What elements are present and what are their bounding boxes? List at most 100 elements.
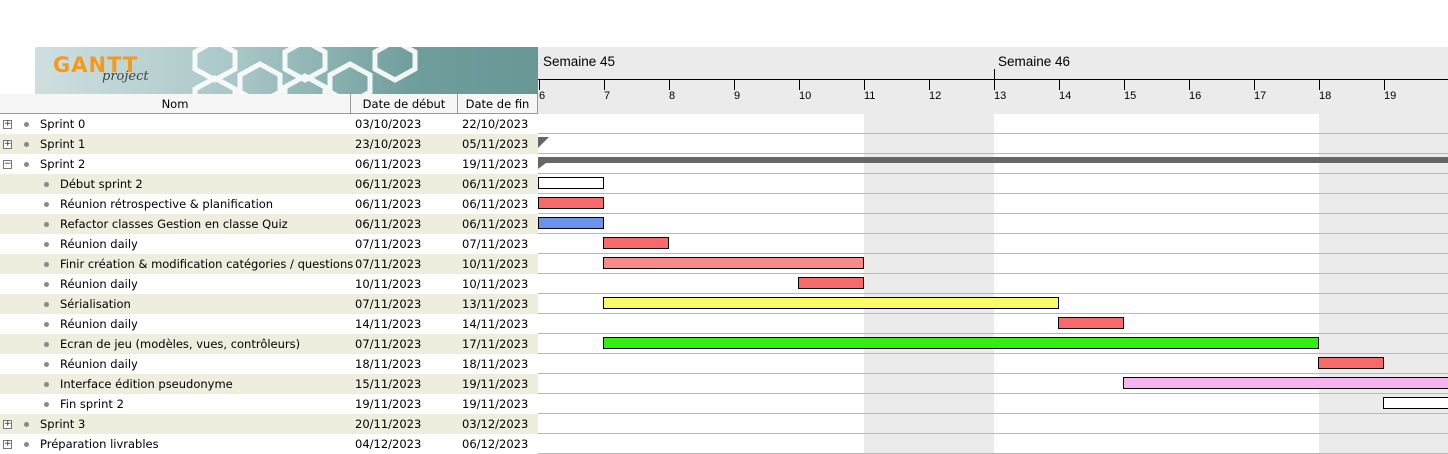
task-row[interactable]: Réunion daily 10/11/2023 10/11/2023 bbox=[0, 274, 538, 294]
day-tick bbox=[539, 80, 540, 90]
task-end-date[interactable]: 06/11/2023 bbox=[462, 214, 528, 234]
task-end-date[interactable]: 19/11/2023 bbox=[462, 154, 528, 174]
task-bar[interactable] bbox=[1123, 377, 1448, 389]
task-name[interactable]: Sprint 0 bbox=[40, 114, 85, 134]
task-end-date[interactable]: 10/11/2023 bbox=[462, 274, 528, 294]
task-name[interactable]: Début sprint 2 bbox=[60, 174, 143, 194]
summary-start-marker bbox=[538, 163, 546, 169]
expand-icon[interactable]: + bbox=[3, 140, 12, 149]
task-start-date[interactable]: 06/11/2023 bbox=[355, 154, 421, 174]
task-row[interactable]: Sérialisation 07/11/2023 13/11/2023 bbox=[0, 294, 538, 314]
task-row[interactable]: − Sprint 2 06/11/2023 19/11/2023 bbox=[0, 154, 538, 174]
task-start-date[interactable]: 18/11/2023 bbox=[355, 354, 421, 374]
task-start-date[interactable]: 07/11/2023 bbox=[355, 234, 421, 254]
task-row[interactable]: Réunion daily 07/11/2023 07/11/2023 bbox=[0, 234, 538, 254]
task-bar[interactable] bbox=[603, 257, 864, 269]
task-row[interactable]: + Sprint 0 03/10/2023 22/10/2023 bbox=[0, 114, 538, 134]
task-row[interactable]: Début sprint 2 06/11/2023 06/11/2023 bbox=[0, 174, 538, 194]
task-row[interactable]: Fin sprint 2 19/11/2023 19/11/2023 bbox=[0, 394, 538, 414]
task-name[interactable]: Réunion daily bbox=[60, 314, 138, 334]
task-start-date[interactable]: 20/11/2023 bbox=[355, 414, 421, 434]
task-end-date[interactable]: 06/12/2023 bbox=[462, 434, 528, 454]
task-start-date[interactable]: 14/11/2023 bbox=[355, 314, 421, 334]
task-bar[interactable] bbox=[1058, 317, 1124, 329]
task-name[interactable]: Sérialisation bbox=[60, 294, 131, 314]
column-header-end[interactable]: Date de fin bbox=[458, 94, 538, 114]
task-row[interactable]: Réunion rétrospective & planification 06/… bbox=[0, 194, 538, 214]
task-name[interactable]: Préparation livrables bbox=[40, 434, 159, 454]
task-name[interactable]: Sprint 1 bbox=[40, 134, 85, 154]
expand-icon[interactable]: + bbox=[3, 420, 12, 429]
task-bullet-icon bbox=[44, 322, 49, 327]
task-start-date[interactable]: 04/12/2023 bbox=[355, 434, 421, 454]
task-end-date[interactable]: 14/11/2023 bbox=[462, 314, 528, 334]
task-start-date[interactable]: 06/11/2023 bbox=[355, 174, 421, 194]
task-bar[interactable] bbox=[538, 197, 604, 209]
task-name[interactable]: Réunion daily bbox=[60, 274, 138, 294]
task-bar[interactable] bbox=[1383, 397, 1448, 409]
task-bar[interactable] bbox=[798, 277, 864, 289]
task-bar[interactable] bbox=[603, 337, 1319, 349]
task-row[interactable]: Réunion daily 14/11/2023 14/11/2023 bbox=[0, 314, 538, 334]
day-tick bbox=[929, 80, 930, 90]
task-bar[interactable] bbox=[538, 177, 604, 189]
task-end-date[interactable]: 19/11/2023 bbox=[462, 374, 528, 394]
task-end-date[interactable]: 10/11/2023 bbox=[462, 254, 528, 274]
task-row[interactable]: Finir création & modification catégories… bbox=[0, 254, 538, 274]
task-start-date[interactable]: 15/11/2023 bbox=[355, 374, 421, 394]
task-bar[interactable] bbox=[538, 217, 604, 229]
task-name[interactable]: Ecran de jeu (modèles, vues, contrôleurs… bbox=[60, 334, 300, 354]
column-header-start[interactable]: Date de début bbox=[351, 94, 458, 114]
day-tick bbox=[1124, 80, 1125, 90]
task-name[interactable]: Réunion rétrospective & planification bbox=[60, 194, 273, 214]
task-end-date[interactable]: 07/11/2023 bbox=[462, 234, 528, 254]
task-start-date[interactable]: 07/11/2023 bbox=[355, 254, 421, 274]
task-bar[interactable] bbox=[1318, 357, 1384, 369]
task-start-date[interactable]: 19/11/2023 bbox=[355, 394, 421, 414]
task-start-date[interactable]: 10/11/2023 bbox=[355, 274, 421, 294]
task-row[interactable]: Interface édition pseudonyme 15/11/2023 19… bbox=[0, 374, 538, 394]
expand-icon[interactable]: + bbox=[3, 440, 12, 449]
task-bar[interactable] bbox=[603, 297, 1059, 309]
day-tick bbox=[864, 80, 865, 90]
collapse-icon[interactable]: − bbox=[3, 160, 12, 169]
task-start-date[interactable]: 07/11/2023 bbox=[355, 294, 421, 314]
day-label: 9 bbox=[734, 90, 741, 102]
task-name[interactable]: Refactor classes Gestion en classe Quiz bbox=[60, 214, 288, 234]
task-name[interactable]: Réunion daily bbox=[60, 354, 138, 374]
task-end-date[interactable]: 03/12/2023 bbox=[462, 414, 528, 434]
task-row[interactable]: Ecran de jeu (modèles, vues, contrôleurs… bbox=[0, 334, 538, 354]
column-header-name[interactable]: Nom bbox=[0, 94, 351, 114]
task-row[interactable]: Refactor classes Gestion en classe Quiz 0… bbox=[0, 214, 538, 234]
task-bar[interactable] bbox=[603, 237, 669, 249]
task-name[interactable]: Fin sprint 2 bbox=[60, 394, 124, 414]
task-end-date[interactable]: 05/11/2023 bbox=[462, 134, 528, 154]
day-label: 19 bbox=[1384, 90, 1397, 102]
task-start-date[interactable]: 06/11/2023 bbox=[355, 194, 421, 214]
task-row[interactable]: Réunion daily 18/11/2023 18/11/2023 bbox=[0, 354, 538, 374]
task-end-date[interactable]: 22/10/2023 bbox=[462, 114, 528, 134]
gantt-chart-area[interactable] bbox=[538, 114, 1448, 454]
task-end-date[interactable]: 06/11/2023 bbox=[462, 194, 528, 214]
summary-bar[interactable] bbox=[538, 157, 1448, 163]
task-row[interactable]: + Sprint 1 23/10/2023 05/11/2023 bbox=[0, 134, 538, 154]
task-end-date[interactable]: 17/11/2023 bbox=[462, 334, 528, 354]
task-name[interactable]: Sprint 2 bbox=[40, 154, 85, 174]
task-end-date[interactable]: 18/11/2023 bbox=[462, 354, 528, 374]
expand-icon[interactable]: + bbox=[3, 120, 12, 129]
task-name[interactable]: Sprint 3 bbox=[40, 414, 85, 434]
task-end-date[interactable]: 06/11/2023 bbox=[462, 174, 528, 194]
row-separator bbox=[538, 133, 1448, 134]
task-row[interactable]: + Préparation livrables 04/12/2023 06/12/20… bbox=[0, 434, 538, 454]
task-name[interactable]: Interface édition pseudonyme bbox=[60, 374, 233, 394]
task-end-date[interactable]: 19/11/2023 bbox=[462, 394, 528, 414]
task-name[interactable]: Réunion daily bbox=[60, 234, 138, 254]
weekend-shading bbox=[929, 114, 994, 454]
task-name[interactable]: Finir création & modification catégories… bbox=[60, 254, 353, 274]
task-start-date[interactable]: 06/11/2023 bbox=[355, 214, 421, 234]
task-start-date[interactable]: 23/10/2023 bbox=[355, 134, 421, 154]
task-start-date[interactable]: 07/11/2023 bbox=[355, 334, 421, 354]
task-end-date[interactable]: 13/11/2023 bbox=[462, 294, 528, 314]
task-start-date[interactable]: 03/10/2023 bbox=[355, 114, 421, 134]
task-row[interactable]: + Sprint 3 20/11/2023 03/12/2023 bbox=[0, 414, 538, 434]
